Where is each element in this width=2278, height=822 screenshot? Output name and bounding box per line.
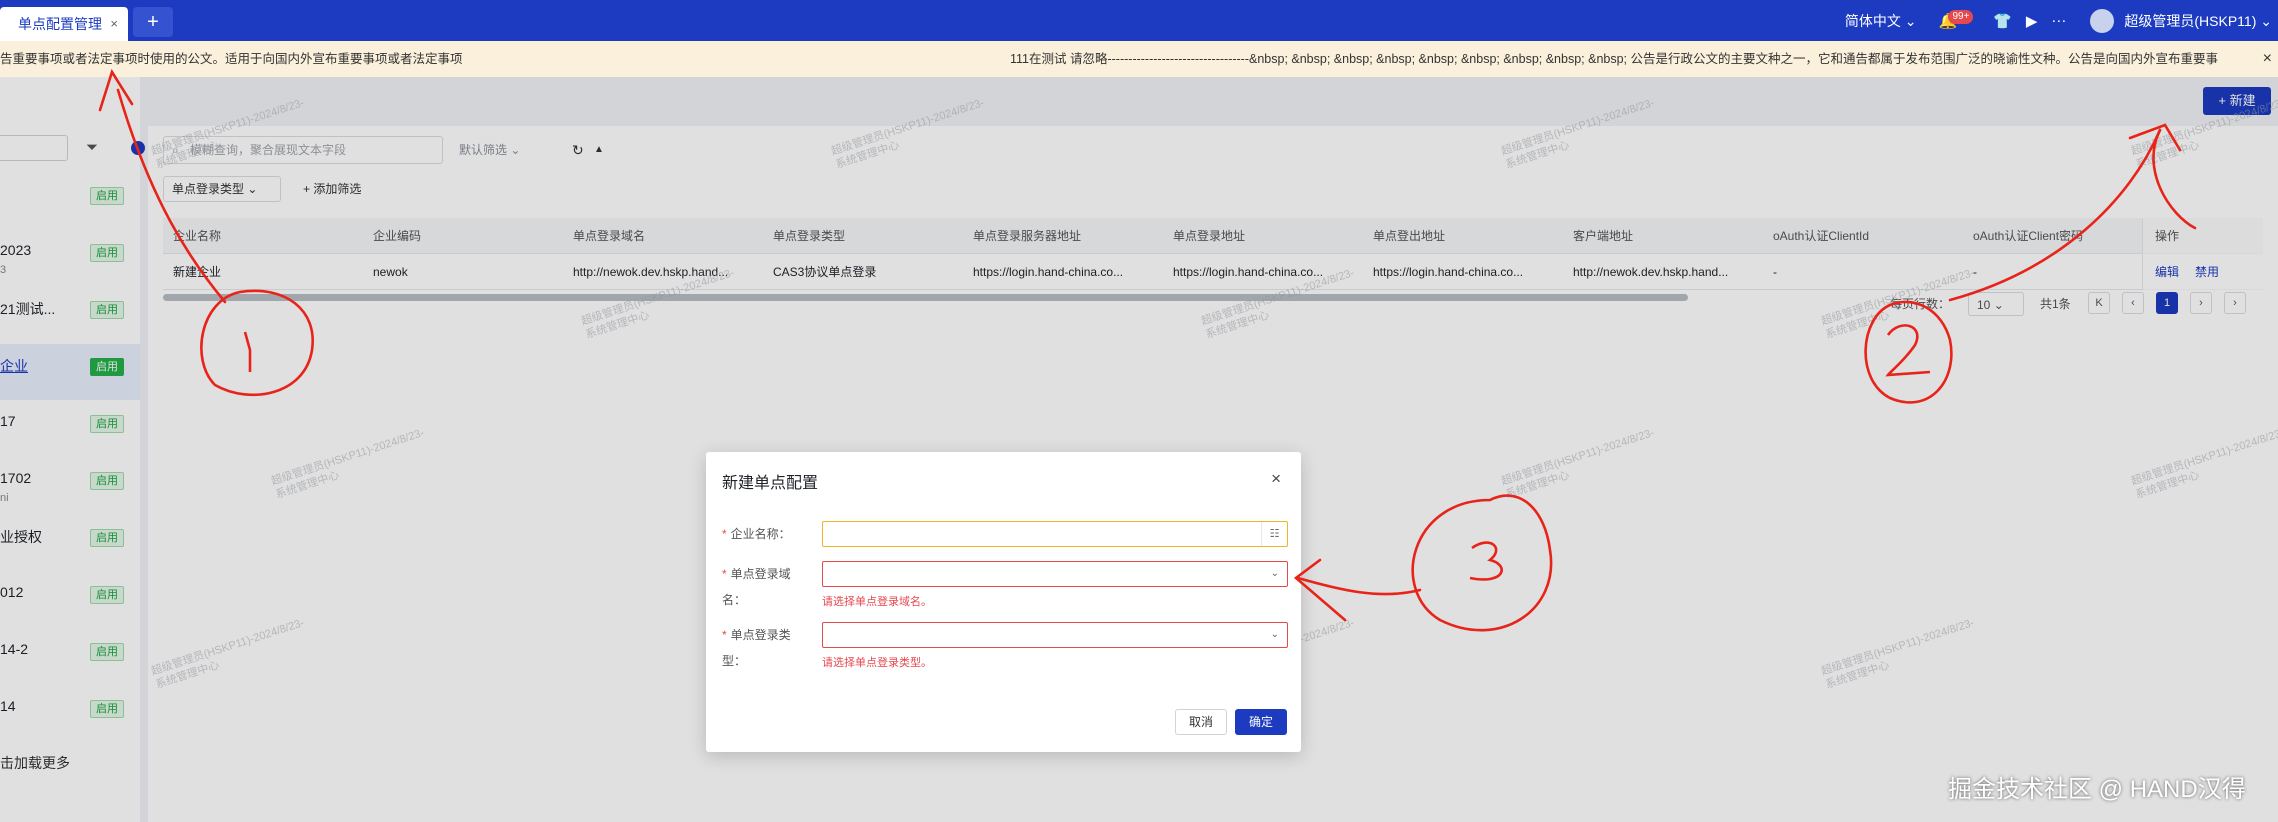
- topbar-actions: 简体中文 ⌄ 🔔 99+ 👕 ▶ ··· 超级管理员(HSKP11) ⌄: [1845, 0, 2278, 41]
- top-bar: 单点配置管理 × + 简体中文 ⌄ 🔔 99+ 👕 ▶ ··· 超级管理员(HSK…: [0, 0, 2278, 41]
- shirt-icon[interactable]: 👕: [1993, 12, 2012, 30]
- play-icon[interactable]: ▶: [2026, 12, 2038, 30]
- sso-domain-error: 请选择单点登录域名。: [822, 596, 932, 608]
- close-icon[interactable]: ×: [1271, 469, 1281, 489]
- sso-domain-select[interactable]: ⌄: [822, 561, 1288, 587]
- sso-type-label: * 单点登录类型：: [722, 628, 791, 668]
- cancel-button[interactable]: 取消: [1175, 709, 1227, 735]
- add-tab-button[interactable]: +: [133, 7, 173, 37]
- dialog-title: 新建单点配置: [722, 475, 819, 492]
- new-sso-config-dialog: 新建单点配置 × * 企业名称： ☷ * 单点登录域名： ⌄ 请选择单点登录域名。 …: [706, 452, 1301, 752]
- tab-close-icon[interactable]: ×: [110, 7, 118, 41]
- announcement-text-1: 告重要事项或者法定事项时使用的公文。适用于向国内外宣布重要事项或者法定事项: [0, 52, 463, 66]
- avatar[interactable]: [2090, 8, 2115, 33]
- sso-type-select[interactable]: ⌄: [822, 622, 1288, 648]
- announcement-bar: 告重要事项或者法定事项时使用的公文。适用于向国内外宣布重要事项或者法定事项 11…: [0, 41, 2278, 77]
- announcement-text-2: 111在测试 请忽略------------------------------…: [1010, 52, 2219, 66]
- company-name-label: * 企业名称：: [722, 527, 791, 541]
- notification-badge: 99+: [1948, 9, 1974, 24]
- bell-icon[interactable]: 🔔 99+: [1938, 9, 1974, 30]
- tab-sso-config[interactable]: 单点配置管理 ×: [0, 7, 128, 41]
- chevron-down-icon: ⌄: [1270, 568, 1279, 579]
- language-select[interactable]: 简体中文 ⌄: [1845, 11, 1917, 31]
- lookup-icon[interactable]: ☷: [1261, 522, 1287, 546]
- language-label: 简体中文: [1844, 12, 1901, 29]
- sso-domain-label: * 单点登录域名：: [722, 567, 791, 607]
- chevron-down-icon: ⌄: [1270, 629, 1279, 640]
- username[interactable]: 超级管理员(HSKP11) ⌄: [2124, 11, 2272, 31]
- tab-label: 单点配置管理: [18, 16, 102, 32]
- company-name-field[interactable]: ☷: [822, 521, 1288, 547]
- announcement-close-icon[interactable]: ×: [2263, 41, 2272, 77]
- credit-watermark: 掘金技术社区 @ HAND汉得: [1948, 776, 2246, 803]
- username-label: 超级管理员(HSKP11): [2124, 12, 2257, 29]
- sso-type-error: 请选择单点登录类型。: [822, 657, 932, 669]
- more-icon[interactable]: ···: [2051, 12, 2066, 29]
- confirm-button[interactable]: 确定: [1235, 709, 1287, 735]
